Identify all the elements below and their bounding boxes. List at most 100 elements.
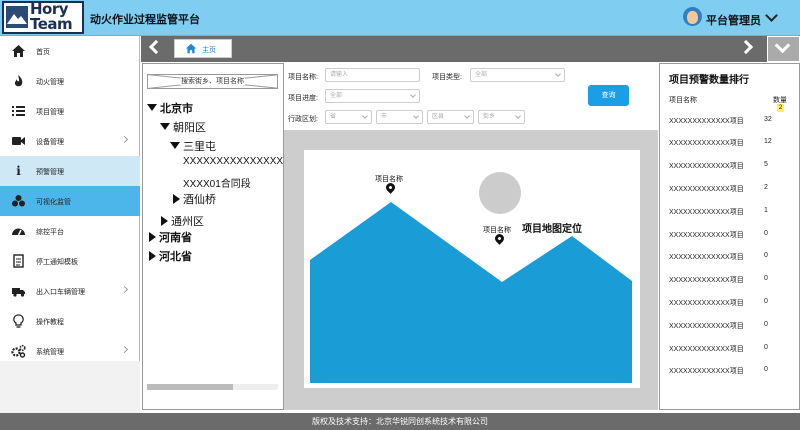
- chevron-down-icon: [413, 113, 419, 119]
- chevron-down-icon: [515, 113, 521, 119]
- caret-down-icon[interactable]: [170, 142, 180, 149]
- chevron-right-icon: [120, 135, 129, 144]
- username[interactable]: 平台管理员: [706, 12, 761, 28]
- sidebar-item-tutorial[interactable]: 操作教程: [0, 306, 140, 336]
- district-select[interactable]: 区县: [427, 110, 474, 124]
- sidebar-item-label: 综控平台: [36, 229, 64, 236]
- chevron-right-icon: [120, 285, 129, 294]
- tree-node-project[interactable]: XXXX01合同段: [183, 175, 251, 190]
- tree-node-chaoyang[interactable]: 朝阳区: [160, 119, 206, 135]
- caret-right-icon[interactable]: [149, 232, 156, 242]
- caret-down-icon[interactable]: [160, 123, 170, 130]
- document-icon: [11, 254, 26, 268]
- chevron-down-icon[interactable]: [765, 9, 778, 22]
- ranking-row[interactable]: XXXXXXXXXXXXX项目 0: [660, 224, 799, 246]
- tree-node-tongzhou[interactable]: 通州区: [161, 213, 204, 229]
- sidebar-item-visual-supervision[interactable]: 可视化监管: [0, 186, 140, 216]
- caret-down-icon[interactable]: [147, 104, 157, 111]
- project-name-input[interactable]: 请输入: [325, 68, 420, 82]
- city-select[interactable]: 市: [376, 110, 423, 124]
- avatar[interactable]: [683, 7, 702, 26]
- ranking-row[interactable]: XXXXXXXXXXXXX项目 0: [660, 246, 799, 268]
- query-button[interactable]: 查询: [588, 85, 629, 106]
- caret-right-icon[interactable]: [149, 251, 156, 261]
- tree-node-sanlitun[interactable]: 三里屯: [170, 138, 216, 154]
- ranking-row[interactable]: XXXXXXXXXXXXX项目 12: [660, 132, 799, 154]
- ranking-row[interactable]: XXXXXXXXXXXXX项目 32: [660, 110, 799, 132]
- sidebar-item-vehicles[interactable]: 出入口车辆管理: [0, 276, 140, 306]
- ranking-row[interactable]: XXXXXXXXXXXXX项目 2: [660, 178, 799, 200]
- chevron-down-icon: [410, 92, 416, 98]
- truck-icon: [11, 284, 26, 298]
- sidebar-item-hotwork[interactable]: 动火管理: [0, 66, 140, 96]
- ranking-row[interactable]: XXXXXXXXXXXXX项目 1: [660, 201, 799, 223]
- tab-home[interactable]: 主页: [174, 39, 232, 58]
- caret-right-icon[interactable]: [173, 194, 180, 204]
- project-progress-select[interactable]: 全部: [325, 89, 420, 103]
- tree-node-hebei[interactable]: 河北省: [149, 248, 192, 264]
- ranking-row[interactable]: XXXXXXXXXXXXX项目 0: [660, 338, 799, 360]
- info-icon: i: [16, 164, 21, 178]
- sidebar-item-home[interactable]: 首页: [0, 36, 140, 66]
- chevron-down-icon: [362, 113, 368, 119]
- chevron-left-icon[interactable]: [148, 39, 164, 55]
- top-header: Hory Team 动火作业过程监管平台 平台管理员: [0, 0, 800, 36]
- ranking-row[interactable]: XXXXXXXXXXXXX项目 0: [660, 269, 799, 291]
- sidebar-item-stop-notice[interactable]: 停工通知模板: [0, 246, 140, 276]
- ranking-row[interactable]: XXXXXXXXXXXXX项目 0: [660, 315, 799, 337]
- caret-right-icon[interactable]: [161, 216, 168, 226]
- tab-home-label: 主页: [202, 47, 216, 54]
- home-icon: [11, 44, 26, 58]
- tree-horizontal-scrollbar[interactable]: [147, 384, 278, 390]
- map-image-icon: [310, 172, 632, 383]
- cubes-icon: [11, 194, 26, 208]
- map-area: 项目名称 项目名称 项目地图定位: [284, 130, 658, 410]
- project-type-select[interactable]: 全部: [470, 68, 565, 82]
- lightbulb-icon: [11, 314, 26, 328]
- street-select[interactable]: 街乡: [478, 110, 525, 124]
- ranking-title: 项目预警数量排行: [669, 75, 749, 86]
- sidebar-item-label: 可视化监管: [36, 199, 71, 206]
- tree-node-jiuxianqiao[interactable]: 酒仙桥: [173, 191, 216, 207]
- scrollbar-thumb[interactable]: [147, 384, 233, 390]
- ranking-row[interactable]: XXXXXXXXXXXXX项目 5: [660, 155, 799, 177]
- column-header-name: 项目名称: [669, 97, 697, 104]
- logo[interactable]: Hory Team: [2, 1, 84, 34]
- sidebar-item-label: 系统管理: [36, 349, 64, 356]
- map-title: 项目地图定位: [522, 224, 582, 235]
- sidebar-item-alerts[interactable]: i 预警管理: [0, 156, 140, 186]
- sidebar-item-label: 设备管理: [36, 139, 64, 146]
- home-icon: [185, 43, 197, 57]
- tree-search-input[interactable]: 搜索街乡、项目名称: [147, 74, 278, 89]
- sidebar-empty-area: [0, 361, 140, 413]
- province-select[interactable]: 省: [325, 110, 372, 124]
- sidebar-item-projects[interactable]: 项目管理: [0, 96, 140, 126]
- ranking-row[interactable]: XXXXXXXXXXXXX项目 0: [660, 360, 799, 382]
- map-placeholder[interactable]: 项目名称 项目名称 项目地图定位: [304, 150, 640, 388]
- list-icon: [11, 104, 26, 118]
- chevron-down-icon: [774, 37, 791, 54]
- tree-node-project[interactable]: XXXXXXXXXXXXXXXXXX: [183, 156, 283, 167]
- project-progress-label: 项目进度:: [288, 95, 318, 102]
- camera-icon: [11, 134, 26, 148]
- flame-icon: [11, 74, 26, 88]
- ranking-row[interactable]: XXXXXXXXXXXXX项目 0: [660, 292, 799, 314]
- app-title: 动火作业过程监管平台: [90, 14, 200, 26]
- logo-text-line2: Team: [30, 15, 73, 33]
- sidebar-item-label: 停工通知模板: [36, 259, 78, 266]
- project-name-label: 项目名称:: [288, 74, 318, 81]
- tree-node-henan[interactable]: 河南省: [149, 229, 192, 245]
- alert-ranking-panel: 项目预警数量排行 项目名称 数量 2 XXXXXXXXXXXXX项目 32 XXX…: [659, 63, 800, 410]
- gears-icon: [11, 344, 26, 358]
- tab-menu-button[interactable]: [767, 36, 800, 62]
- mountain-logo-icon: [6, 6, 28, 28]
- sidebar-item-devices[interactable]: 设备管理: [0, 126, 140, 156]
- sidebar: 首页 动火管理 项目管理 设备管理 i 预警管理 可视化监管 综控平台 停工通知…: [0, 36, 140, 413]
- chevron-right-icon: [120, 345, 129, 354]
- region-label: 行政区划:: [288, 116, 318, 123]
- sidebar-item-control-platform[interactable]: 综控平台: [0, 216, 140, 246]
- sidebar-item-label: 操作教程: [36, 319, 64, 326]
- chevron-right-icon[interactable]: [738, 39, 754, 55]
- tree-node-beijing[interactable]: 北京市: [147, 100, 193, 116]
- sidebar-item-label: 首页: [36, 49, 50, 56]
